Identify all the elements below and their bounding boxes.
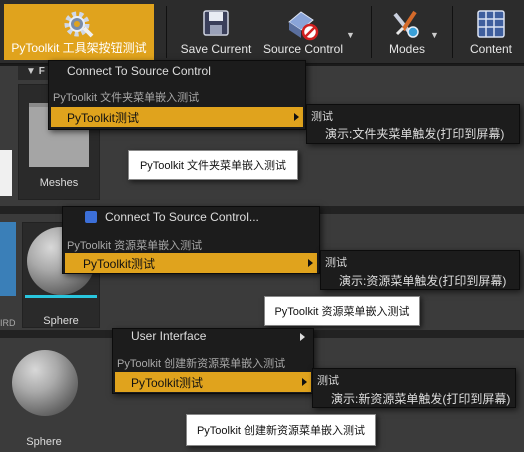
content-label: Content <box>469 42 513 56</box>
asset-submenu: 测试 演示:资源菜单触发(打印到屏幕) <box>320 250 520 290</box>
submenu-arrow-icon <box>300 333 305 341</box>
source-control-label: Source Control <box>262 42 344 56</box>
asset-name: Sphere <box>43 315 79 327</box>
floppy-icon <box>203 10 229 36</box>
asset-pytoolkit-label: PyToolkit测试 <box>83 257 156 271</box>
folder-submenu: 测试 演示:文件夹菜单触发(打印到屏幕) <box>306 104 520 144</box>
asset-demo-item[interactable]: 演示:资源菜单触发(打印到屏幕) <box>321 272 519 289</box>
new-asset-name: Sphere <box>26 436 62 448</box>
folder-pytoolkit-item[interactable]: PyToolkit测试 <box>51 107 303 127</box>
new-asset-menu-section-header: PyToolkit 创建新资源菜单嵌入测试 <box>117 358 286 370</box>
asset-pytoolkit-item[interactable]: PyToolkit测试 <box>65 253 317 273</box>
connect-source-control-ellipsis-item[interactable]: Connect To Source Control... <box>63 210 319 224</box>
new-asset-pytoolkit-item[interactable]: PyToolkit测试 <box>115 372 311 392</box>
submenu-arrow-icon <box>294 113 299 121</box>
filter-icon: ▼ <box>26 66 39 77</box>
new-sphere-asset-tile[interactable]: Sphere <box>4 344 84 448</box>
left-asset-sliver <box>0 222 16 296</box>
content-button[interactable]: Content <box>462 4 520 60</box>
folder-menu-section-header: PyToolkit 文件夹菜单嵌入测试 <box>53 92 200 104</box>
asset-tooltip: PyToolkit 资源菜单嵌入测试 <box>264 296 420 326</box>
folder-context-menu: Connect To Source Control PyToolkit 文件夹菜… <box>48 60 306 130</box>
save-current-button[interactable]: Save Current <box>178 4 254 60</box>
pytoolkit-shelf-button[interactable]: PyToolkit 工具架按钮测试 <box>4 4 154 60</box>
asset-menu-section-header: PyToolkit 资源菜单嵌入测试 <box>67 240 203 252</box>
new-asset-submenu: 测试 演示:新资源菜单触发(打印到屏幕) <box>312 368 516 408</box>
new-asset-demo-item[interactable]: 演示:新资源菜单触发(打印到屏幕) <box>313 390 515 407</box>
source-control-dropdown-icon[interactable]: ▼ <box>346 30 355 40</box>
source-control-icon <box>288 11 319 41</box>
submenu-arrow-icon <box>302 378 307 386</box>
content-grid-icon <box>477 10 505 38</box>
asset-context-menu: Connect To Source Control... PyToolkit 资… <box>62 206 320 274</box>
modes-label: Modes <box>388 42 426 56</box>
connect-source-control-item[interactable]: Connect To Source Control <box>49 64 305 78</box>
user-interface-label: User Interface <box>131 329 207 343</box>
folder-demo-item[interactable]: 演示:文件夹菜单触发(打印到屏幕) <box>307 125 519 142</box>
new-asset-pytoolkit-label: PyToolkit测试 <box>131 376 204 390</box>
new-sphere-thumbnail <box>12 350 78 416</box>
user-interface-item[interactable]: User Interface <box>113 329 313 343</box>
main-toolbar: PyToolkit 工具架按钮测试 Save Current Source Co… <box>0 0 524 64</box>
asset-type-underline <box>25 295 97 298</box>
folder-pytoolkit-label: PyToolkit测试 <box>67 111 140 125</box>
gear-icon <box>64 11 94 38</box>
filter-label: F <box>38 66 45 77</box>
new-asset-context-menu: User Interface PyToolkit 创建新资源菜单嵌入测试 PyT… <box>112 328 314 394</box>
side-text: IRD <box>0 318 16 328</box>
folder-submenu-header: 测试 <box>311 111 333 123</box>
asset-submenu-header: 测试 <box>325 257 347 269</box>
new-asset-submenu-header: 测试 <box>317 375 339 387</box>
new-asset-tooltip: PyToolkit 创建新资源菜单嵌入测试 <box>186 414 376 446</box>
modes-icon <box>393 10 419 38</box>
left-panel-edge <box>0 150 12 196</box>
folder-tooltip: PyToolkit 文件夹菜单嵌入测试 <box>128 150 298 180</box>
modes-dropdown-icon[interactable]: ▼ <box>430 30 439 40</box>
folder-name: Meshes <box>39 177 79 189</box>
save-current-label: Save Current <box>180 42 252 56</box>
source-control-button[interactable]: Source Control <box>260 4 346 60</box>
submenu-arrow-icon <box>308 259 313 267</box>
modes-button[interactable]: Modes <box>380 4 434 60</box>
